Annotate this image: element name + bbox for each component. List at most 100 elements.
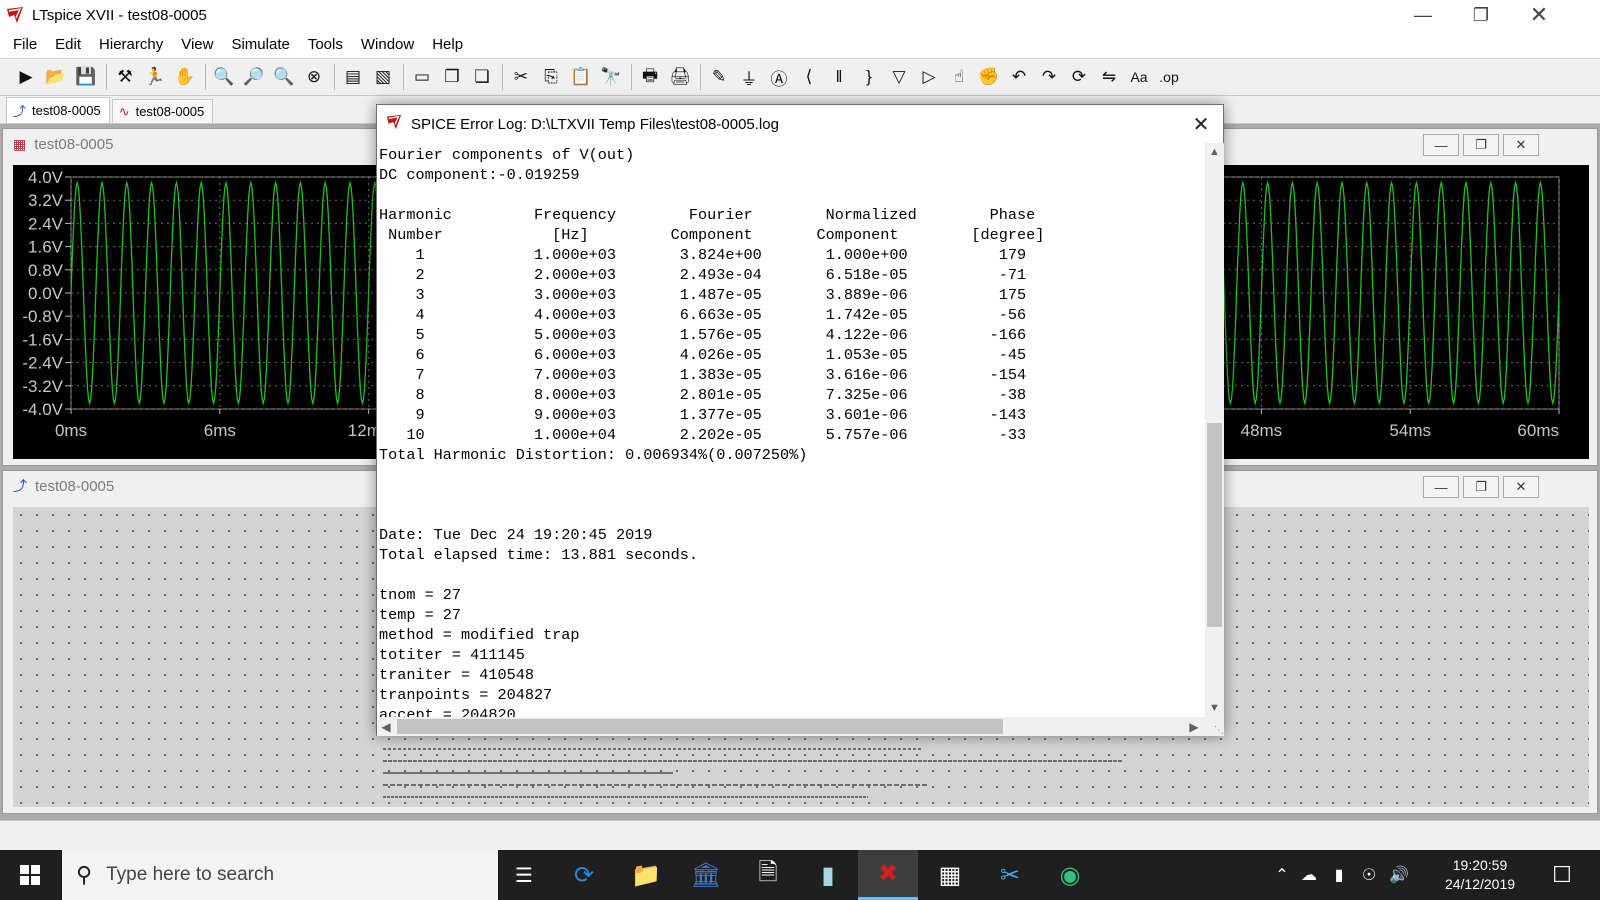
- y-tick-label: 0.8V: [28, 261, 64, 280]
- resize-grip-icon[interactable]: ⋱: [1205, 717, 1224, 736]
- redo-icon[interactable]: ↷: [1035, 63, 1063, 91]
- log-text-view[interactable]: Fourier components of V(out) DC component…: [377, 143, 1205, 717]
- cut-icon[interactable]: ✂: [507, 63, 535, 91]
- chevron-up-icon[interactable]: ⌃: [1270, 865, 1294, 885]
- ltspice-app-icon: [385, 113, 403, 135]
- waveform-close-button[interactable]: ✕: [1503, 134, 1539, 156]
- tab-waveform[interactable]: ∿ test08-0005: [111, 99, 214, 123]
- log-line: 9 9.000e+03 1.377e-05 3.601e-06 -143: [379, 406, 1027, 424]
- tab-label: test08-0005: [135, 104, 205, 119]
- scroll-up-arrow-icon[interactable]: ▲: [1205, 143, 1224, 161]
- label-net-icon[interactable]: Ⓐ: [765, 63, 793, 91]
- inductor-icon[interactable]: }: [855, 63, 883, 91]
- find-icon[interactable]: 🔭: [597, 63, 625, 91]
- menu-edit[interactable]: Edit: [46, 36, 90, 53]
- scroll-right-arrow-icon[interactable]: ▶: [1185, 717, 1203, 736]
- text-icon[interactable]: Aa: [1125, 63, 1153, 91]
- task-view-icon[interactable]: ☰: [494, 850, 554, 900]
- toolbar-separator: [106, 64, 107, 90]
- control-panel-icon[interactable]: ⚒: [111, 63, 139, 91]
- zoom-fit-icon[interactable]: 🔎: [240, 63, 268, 91]
- clock-date: 24/12/2019: [1444, 876, 1516, 892]
- schematic-close-button[interactable]: ✕: [1503, 476, 1539, 498]
- tab-schematic[interactable]: ⤴ test08-0005: [6, 97, 110, 123]
- draw-wire-icon[interactable]: ✎: [705, 63, 733, 91]
- notification-icon[interactable]: ☐: [1532, 850, 1592, 900]
- toolbar: ▶ 📂 💾 ⚒ 🏃 ✋ 🔍 🔎 🔍 ⊗ ▤ ▧ ▭ ❐ ❏ ✂ ⎘ 📋 🔭 🖶 🖨 ✎ ⏚ Ⓐ ⟨ ‖} ▽ ▷ ☝ ✊ ↶ ↷ ⟳ ⇋ Aa .op: [0, 58, 1600, 96]
- file-explorer-icon[interactable]: 📁: [616, 850, 676, 900]
- save-icon[interactable]: 💾: [72, 63, 100, 91]
- menu-file[interactable]: File: [4, 36, 46, 53]
- zoom-in-icon[interactable]: 🔍: [210, 63, 238, 91]
- horizontal-scroll-thumb[interactable]: [397, 719, 1003, 734]
- run-man-icon[interactable]: 🏃: [141, 63, 169, 91]
- paste-icon[interactable]: 📋: [567, 63, 595, 91]
- open-folder-icon[interactable]: 📂: [42, 63, 70, 91]
- minimize-button[interactable]: —: [1394, 0, 1452, 30]
- capacitor-icon[interactable]: ‖: [825, 63, 853, 91]
- snipping-tool-icon[interactable]: ✂: [980, 850, 1040, 900]
- waveform-restore-button[interactable]: ❐: [1463, 134, 1499, 156]
- tile-horizontal-icon[interactable]: ▭: [408, 63, 436, 91]
- edge-dev-icon[interactable]: ◉: [1040, 850, 1100, 900]
- menu-simulate[interactable]: Simulate: [222, 36, 298, 53]
- y-tick-label: 4.0V: [28, 168, 64, 187]
- taskbar-search-box[interactable]: ⚲ Type here to search: [62, 850, 498, 900]
- delete-traces-icon[interactable]: ▧: [369, 63, 397, 91]
- dialog-close-button[interactable]: ✕: [1179, 105, 1223, 143]
- cascade-icon[interactable]: ❐: [438, 63, 466, 91]
- vertical-scroll-thumb[interactable]: [1207, 423, 1222, 627]
- menu-tools[interactable]: Tools: [299, 36, 352, 53]
- copy-icon[interactable]: ⎘: [537, 63, 565, 91]
- component-icon[interactable]: ▷: [915, 63, 943, 91]
- tile-vertical-icon[interactable]: ❏: [468, 63, 496, 91]
- waveform-window-title: test08-0005: [34, 135, 114, 153]
- refresh-app-icon[interactable]: ⟳: [554, 850, 614, 900]
- spice-error-log-dialog: SPICE Error Log: D:\LTXVII Temp Files\te…: [376, 104, 1224, 736]
- volume-icon[interactable]: 🔊: [1384, 865, 1414, 885]
- undo-icon[interactable]: ↶: [1005, 63, 1033, 91]
- battery-icon[interactable]: ▮: [1324, 865, 1354, 885]
- rotate-icon[interactable]: ⟳: [1065, 63, 1093, 91]
- print-setup-icon[interactable]: 🖨: [666, 63, 694, 91]
- maximize-button[interactable]: ❐: [1452, 0, 1510, 30]
- ground-icon[interactable]: ⏚: [735, 63, 763, 91]
- notes-app-icon[interactable]: ▮: [798, 850, 858, 900]
- x-tick-label: 0ms: [55, 421, 87, 440]
- schematic-window-controls: — ❐ ✕: [1419, 476, 1539, 498]
- log-line: temp = 27: [379, 606, 462, 624]
- cloud-icon[interactable]: ☁: [1294, 865, 1324, 885]
- horizontal-scrollbar[interactable]: ◀ ▶: [377, 717, 1205, 736]
- zoom-out-icon[interactable]: 🔍: [270, 63, 298, 91]
- menu-window[interactable]: Window: [352, 36, 423, 53]
- network-icon[interactable]: ☉: [1354, 865, 1384, 885]
- menu-help[interactable]: Help: [423, 36, 472, 53]
- start-button[interactable]: [0, 850, 60, 900]
- system-tray: ⌃ ☁ ▮ ☉ 🔊: [1270, 850, 1414, 900]
- move-hand-icon[interactable]: ☝: [945, 63, 973, 91]
- schematic-restore-button[interactable]: ❐: [1463, 476, 1499, 498]
- resistor-icon[interactable]: ⟨: [795, 63, 823, 91]
- bank-app-icon[interactable]: 🏛: [676, 850, 736, 900]
- scroll-left-arrow-icon[interactable]: ◀: [377, 717, 395, 736]
- document-app-icon[interactable]: 🗎: [738, 850, 798, 900]
- zoom-cancel-icon[interactable]: ⊗: [300, 63, 328, 91]
- schematic-minimize-button[interactable]: —: [1423, 476, 1459, 498]
- calculator-icon[interactable]: ▦: [920, 850, 980, 900]
- print-icon[interactable]: 🖶: [636, 63, 664, 91]
- menu-view[interactable]: View: [172, 36, 222, 53]
- run-icon[interactable]: ▶: [12, 63, 40, 91]
- drag-hand-icon[interactable]: ✊: [975, 63, 1003, 91]
- spice-directive-icon[interactable]: .op: [1155, 63, 1183, 91]
- diode-icon[interactable]: ▽: [885, 63, 913, 91]
- pan-hand-icon[interactable]: ✋: [171, 63, 199, 91]
- mirror-icon[interactable]: ⇋: [1095, 63, 1123, 91]
- waveform-minimize-button[interactable]: —: [1423, 134, 1459, 156]
- close-button[interactable]: ✕: [1510, 0, 1568, 30]
- scroll-down-arrow-icon[interactable]: ▼: [1205, 699, 1224, 717]
- menu-hierarchy[interactable]: Hierarchy: [90, 36, 172, 53]
- autorange-icon[interactable]: ▤: [339, 63, 367, 91]
- vertical-scrollbar[interactable]: ▲ ▼: [1205, 143, 1224, 717]
- ltspice-taskbar-icon[interactable]: ✖: [858, 850, 918, 900]
- taskbar-clock[interactable]: 19:20:59 24/12/2019: [1432, 856, 1528, 894]
